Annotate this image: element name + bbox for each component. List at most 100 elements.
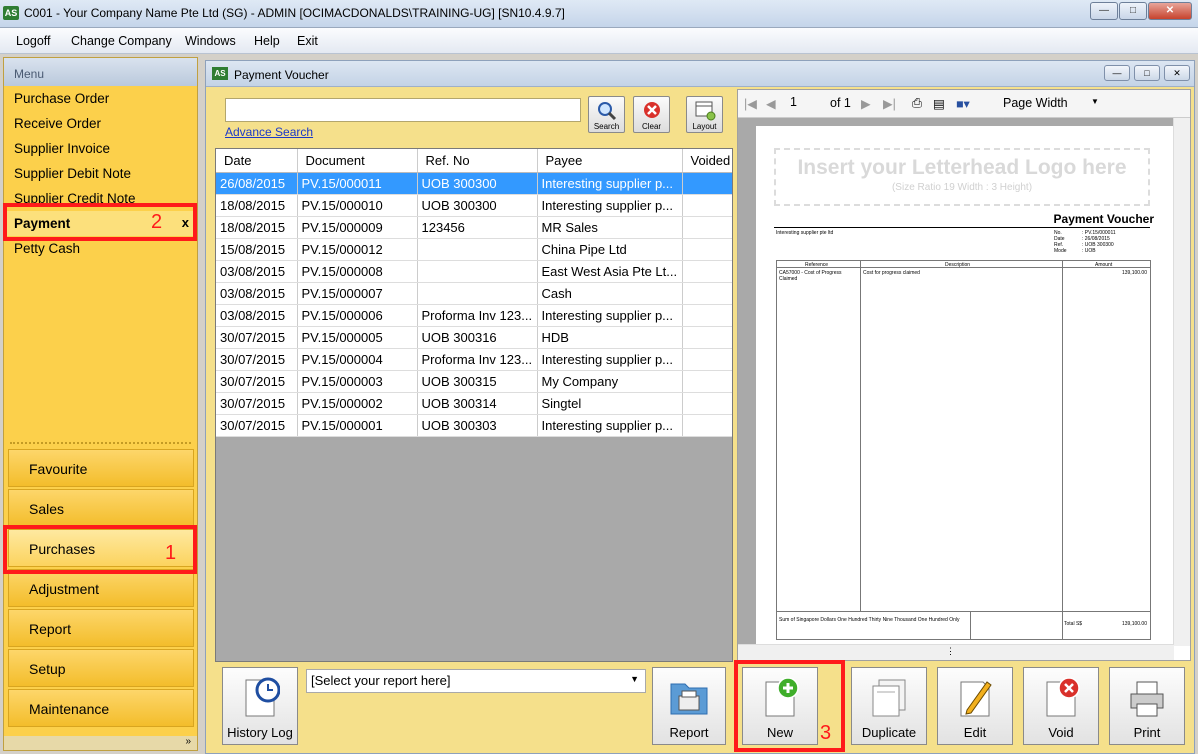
cell-payee: Interesting supplier p... — [537, 194, 683, 217]
menu-windows[interactable]: Windows — [185, 34, 236, 48]
prev-page-icon[interactable]: ◀ — [766, 96, 776, 111]
group-sales[interactable]: Sales — [8, 489, 194, 527]
col-amount-label: Amount — [1095, 262, 1113, 268]
group-maintenance[interactable]: Maintenance — [8, 689, 194, 727]
expand-icon[interactable]: » — [185, 736, 191, 747]
table-row[interactable]: 03/08/2015 PV.15/000006 Proforma Inv 123..… — [216, 304, 732, 327]
cell-voided — [682, 216, 732, 239]
child-window-titlebar: AS Payment Voucher — □ ✕ — [206, 61, 1194, 87]
cell-ref-no: 123456 — [417, 216, 538, 239]
menu-logoff[interactable]: Logoff — [16, 34, 51, 48]
edit-button[interactable]: Edit — [937, 667, 1013, 745]
duplicate-label: Duplicate — [861, 725, 917, 740]
table-row[interactable]: 15/08/2015 PV.15/000012 China Pipe Ltd — [216, 238, 732, 261]
maximize-button[interactable]: □ — [1119, 2, 1147, 20]
page-setup-icon[interactable]: ▤ — [933, 96, 945, 111]
cell-date: 03/08/2015 — [216, 260, 298, 283]
menu-exit[interactable]: Exit — [297, 34, 318, 48]
table-row[interactable]: 30/07/2015 PV.15/000001 UOB 300303 Interest… — [216, 414, 732, 437]
preview-horizontal-scrollbar[interactable]: ⋮ — [738, 644, 1174, 660]
group-setup[interactable]: Setup — [8, 649, 194, 687]
logo-size-hint: (Size Ratio 19 Width : 3 Height) — [891, 182, 1033, 193]
cell-date: 30/07/2015 — [216, 326, 298, 349]
col-document[interactable]: Document — [297, 149, 418, 173]
sidebar-item-receive-order[interactable]: Receive Order — [4, 111, 197, 136]
print-preview-icon[interactable]: ⎙ — [912, 96, 922, 111]
col-reference-label: Reference — [805, 262, 829, 268]
preview-canvas[interactable]: Insert your Letterhead Logo here (Size R… — [738, 118, 1174, 646]
cell-document: PV.15/000002 — [297, 392, 418, 415]
close-button[interactable]: ✕ — [1148, 2, 1192, 20]
group-report[interactable]: Report — [8, 609, 194, 647]
history-log-icon — [245, 677, 280, 717]
duplicate-button[interactable]: Duplicate — [851, 667, 927, 745]
report-select[interactable]: [Select your report here] ▼ — [306, 669, 646, 693]
table-row[interactable]: 03/08/2015 PV.15/000007 Cash — [216, 282, 732, 305]
layout-button[interactable]: Layout — [686, 96, 723, 133]
scroll-grip-icon: ⋮ — [946, 646, 955, 656]
cell-date: 15/08/2015 — [216, 238, 298, 261]
cell-payee: Cash — [537, 282, 683, 305]
printer-icon — [1130, 681, 1164, 717]
advance-search-link[interactable]: Advance Search — [225, 125, 313, 139]
cell-payee: My Company — [537, 370, 683, 393]
last-page-icon[interactable]: ▶| — [883, 96, 896, 111]
clear-icon — [643, 102, 660, 118]
total-label: Total S$ — [1064, 621, 1083, 627]
col-voided[interactable]: Voided — [682, 149, 732, 173]
first-page-icon[interactable]: |◀ — [744, 96, 757, 111]
table-row[interactable]: 03/08/2015 PV.15/000008 East West Asia Pte… — [216, 260, 732, 283]
zoom-value: Page Width — [1003, 96, 1068, 110]
next-page-icon[interactable]: ▶ — [861, 96, 871, 111]
total-value: 139,100.00 — [1121, 621, 1147, 627]
clear-button[interactable]: Clear — [633, 96, 670, 133]
print-button[interactable]: Print — [1109, 667, 1185, 745]
table-row[interactable]: 30/07/2015 PV.15/000002 UOB 300314 Singtel — [216, 392, 732, 415]
void-button[interactable]: Void — [1023, 667, 1099, 745]
zoom-select[interactable]: Page Width ▼ — [1003, 96, 1101, 110]
menu-change-company[interactable]: Change Company — [71, 34, 172, 48]
table-row[interactable]: 30/07/2015 PV.15/000004 Proforma Inv 123..… — [216, 348, 732, 371]
cell-document: PV.15/000003 — [297, 370, 418, 393]
child-minimize-button[interactable]: — — [1104, 65, 1130, 81]
col-payee[interactable]: Payee — [537, 149, 683, 173]
table-row[interactable]: 26/08/2015 PV.15/000011 UOB 300300 Interest… — [216, 172, 732, 195]
window-controls: — □ ✕ — [1089, 2, 1192, 20]
menu-help[interactable]: Help — [254, 34, 280, 48]
cell-document: PV.15/000004 — [297, 348, 418, 371]
cell-document: PV.15/000001 — [297, 414, 418, 437]
page-count-label: of 1 — [830, 96, 851, 110]
group-adjustment[interactable]: Adjustment — [8, 569, 194, 607]
minimize-button[interactable]: — — [1090, 2, 1118, 20]
preview-vertical-scrollbar[interactable] — [1173, 118, 1190, 646]
logo-placeholder-text: Insert your Letterhead Logo here — [797, 156, 1127, 179]
table-row[interactable]: 30/07/2015 PV.15/000003 UOB 300315 My Compa… — [216, 370, 732, 393]
sidebar-item-supplier-debit-note[interactable]: Supplier Debit Note — [4, 161, 197, 186]
page-number-input[interactable]: 1 — [788, 95, 822, 113]
sidebar-item-purchase-order[interactable]: Purchase Order — [4, 86, 197, 111]
col-date[interactable]: Date — [216, 149, 298, 173]
table-header-row: Date Document Ref. No Payee Voided — [216, 149, 732, 173]
column-divider — [970, 611, 971, 639]
history-log-button[interactable]: History Log — [222, 667, 298, 745]
total-rule — [777, 611, 1150, 612]
search-input[interactable] — [225, 98, 581, 122]
col-ref-no[interactable]: Ref. No — [417, 149, 538, 173]
heading-rule — [774, 227, 1150, 228]
table-row[interactable]: 18/08/2015 PV.15/000010 UOB 300300 Interest… — [216, 194, 732, 217]
group-favourite[interactable]: Favourite — [8, 449, 194, 487]
report-button[interactable]: Report — [652, 667, 726, 745]
table-row[interactable]: 30/07/2015 PV.15/000005 UOB 300316 HDB — [216, 326, 732, 349]
cell-voided — [682, 238, 732, 261]
cell-date: 30/07/2015 — [216, 370, 298, 393]
child-close-button[interactable]: ✕ — [1164, 65, 1190, 81]
table-row[interactable]: 18/08/2015 PV.15/000009 123456 MR Sales — [216, 216, 732, 239]
child-window-title: Payment Voucher — [234, 68, 329, 82]
cell-date: 03/08/2015 — [216, 282, 298, 305]
cell-payee: Singtel — [537, 392, 683, 415]
cell-voided — [682, 172, 732, 195]
child-restore-button[interactable]: □ — [1134, 65, 1160, 81]
sidebar-item-supplier-invoice[interactable]: Supplier Invoice — [4, 136, 197, 161]
export-icon[interactable]: ■▾ — [956, 96, 970, 111]
search-button[interactable]: Search — [588, 96, 625, 133]
